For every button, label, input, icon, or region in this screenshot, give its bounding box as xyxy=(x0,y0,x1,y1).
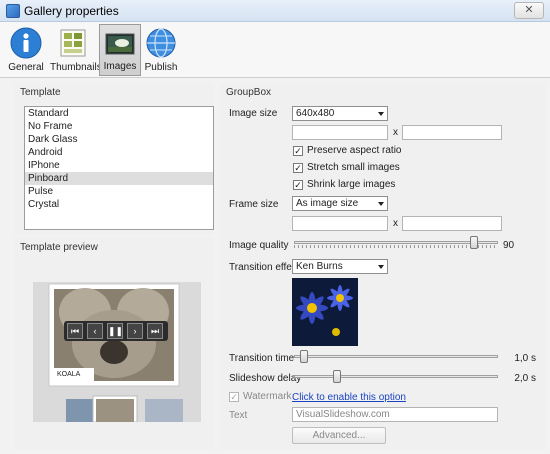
transition-effect-dropdown[interactable]: Ken Burns xyxy=(292,259,388,274)
template-item-pinboard[interactable]: Pinboard xyxy=(25,172,213,185)
slideshow-delay-slider[interactable] xyxy=(294,370,498,384)
last-icon: ⏭ xyxy=(147,323,163,339)
shrink-large-checkbox[interactable]: ✓ Shrink large images xyxy=(293,179,433,192)
slider-thumb[interactable] xyxy=(300,350,308,363)
watermark-checkbox: ✓ Watermark xyxy=(229,391,292,404)
stretch-small-label: Stretch small images xyxy=(307,162,400,173)
template-preview-image: ⏮ ‹ ❚❚ › ⏭ KOALA xyxy=(33,282,201,422)
toolbar-images-button[interactable]: Images xyxy=(99,24,141,76)
frame-size-label: Frame size xyxy=(229,199,279,210)
toolbar-publish-button[interactable]: Publish xyxy=(142,24,180,76)
checkmark-icon: ✓ xyxy=(229,392,239,402)
app-icon xyxy=(6,4,20,18)
transition-preview-image xyxy=(292,278,358,346)
template-panel: Template Standard No Frame Dark Glass An… xyxy=(14,84,214,234)
toolbar-general-label: General xyxy=(8,62,44,73)
slider-track xyxy=(294,375,498,378)
slideshow-delay-label: Slideshow delay xyxy=(229,373,302,384)
info-icon xyxy=(10,27,42,59)
images-icon xyxy=(105,33,135,55)
frame-height-input[interactable] xyxy=(402,216,502,231)
slider-track xyxy=(294,355,498,358)
text-label: Text xyxy=(229,410,248,421)
stretch-small-checkbox[interactable]: ✓ Stretch small images xyxy=(293,162,433,175)
preview-slideshow-graphic xyxy=(33,282,201,422)
previous-icon: ‹ xyxy=(87,323,103,339)
preview-controls: ⏮ ‹ ❚❚ › ⏭ xyxy=(64,321,168,341)
template-list[interactable]: Standard No Frame Dark Glass Android IPh… xyxy=(24,106,214,230)
template-item-iphone[interactable]: IPhone xyxy=(25,159,213,172)
preview-caption: KOALA xyxy=(57,371,81,378)
template-item-pulse[interactable]: Pulse xyxy=(25,185,213,198)
slider-ticks xyxy=(294,245,498,248)
toolbar-thumbnails-button[interactable]: Thumbnails xyxy=(50,24,102,76)
image-quality-label: Image quality xyxy=(229,240,289,251)
checkmark-icon: ✓ xyxy=(293,146,303,156)
slideshow-delay-value: 2,0 s xyxy=(514,373,536,384)
image-quality-slider[interactable] xyxy=(294,236,498,250)
image-size-dropdown[interactable]: 640x480 xyxy=(292,106,388,121)
next-icon: › xyxy=(127,323,143,339)
transition-time-value: 1,0 s xyxy=(514,353,536,364)
chevron-down-icon xyxy=(378,202,384,206)
chevron-down-icon xyxy=(378,112,384,116)
template-item-dark-glass[interactable]: Dark Glass xyxy=(25,133,213,146)
globe-icon xyxy=(146,28,176,58)
template-item-standard[interactable]: Standard xyxy=(25,107,213,120)
toolbar-thumbnails-label: Thumbnails xyxy=(50,62,102,73)
window-title: Gallery properties xyxy=(24,4,119,18)
slider-thumb[interactable] xyxy=(333,370,341,383)
template-item-crystal[interactable]: Crystal xyxy=(25,198,213,211)
watermark-label: Watermark xyxy=(243,391,292,402)
image-size-label: Image size xyxy=(229,108,278,119)
preserve-aspect-checkbox[interactable]: ✓ Preserve aspect ratio xyxy=(293,145,433,158)
frame-width-input[interactable] xyxy=(292,216,388,231)
image-size-x: x xyxy=(393,127,398,138)
image-height-input[interactable] xyxy=(402,125,502,140)
frame-size-value: As image size xyxy=(296,198,359,209)
frame-size-x: x xyxy=(393,218,398,229)
checkmark-icon: ✓ xyxy=(293,163,303,173)
enable-option-link[interactable]: Click to enable this option xyxy=(292,392,406,403)
toolbar: General Thumbnails Images Publish xyxy=(0,22,550,78)
toolbar-general-button[interactable]: General xyxy=(6,24,46,76)
close-button[interactable]: ✕ xyxy=(514,2,544,19)
toolbar-publish-label: Publish xyxy=(144,62,178,73)
first-icon: ⏮ xyxy=(67,323,83,339)
thumbnails-icon xyxy=(60,29,86,57)
transition-time-slider[interactable] xyxy=(294,350,498,364)
transition-effect-label: Transition effect xyxy=(229,262,300,273)
image-quality-value: 90 xyxy=(503,240,515,251)
checkmark-icon: ✓ xyxy=(293,180,303,190)
template-item-android[interactable]: Android xyxy=(25,146,213,159)
watermark-text-input: VisualSlideshow.com xyxy=(292,407,498,422)
chevron-down-icon xyxy=(378,265,384,269)
toolbar-images-label: Images xyxy=(103,61,137,72)
transition-effect-value: Ken Burns xyxy=(296,261,343,272)
slider-thumb[interactable] xyxy=(470,236,478,249)
title-bar: Gallery properties ✕ xyxy=(0,0,550,22)
template-item-no-frame[interactable]: No Frame xyxy=(25,120,213,133)
image-width-input[interactable] xyxy=(292,125,388,140)
shrink-large-label: Shrink large images xyxy=(307,179,396,190)
pause-icon: ❚❚ xyxy=(107,323,123,339)
transition-time-label: Transition time xyxy=(229,353,295,364)
groupbox-title: GroupBox xyxy=(226,87,272,98)
template-preview-title: Template preview xyxy=(20,242,98,253)
frame-size-dropdown[interactable]: As image size xyxy=(292,196,388,211)
advanced-button: Advanced... xyxy=(292,427,386,444)
slider-track xyxy=(294,241,498,244)
image-size-value: 640x480 xyxy=(296,108,335,119)
template-title: Template xyxy=(20,87,61,98)
preserve-aspect-label: Preserve aspect ratio xyxy=(307,145,402,156)
